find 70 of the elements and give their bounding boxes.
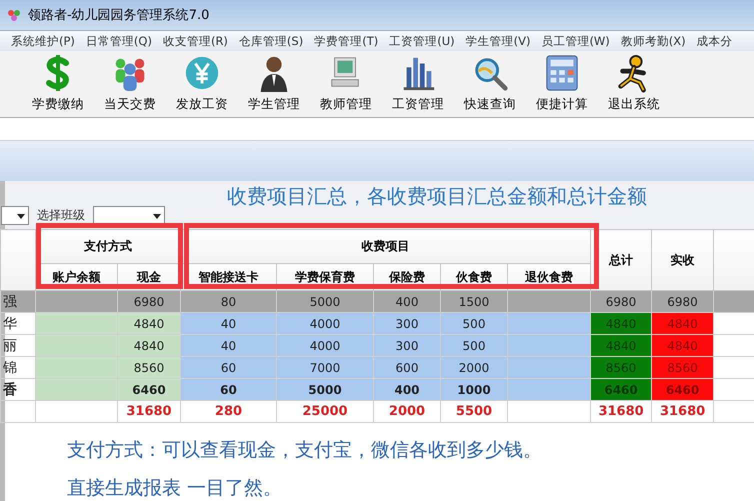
toolbar-button[interactable]: 学费缴纳 [22, 53, 94, 117]
table-cell: 6980 [118, 290, 180, 312]
table-cell: 40 [180, 334, 276, 356]
table-cell: 8560 [590, 356, 652, 378]
dropdown[interactable] [1, 206, 29, 225]
table-cell: 4840 [590, 312, 652, 334]
table-cell: 4840 [118, 334, 180, 356]
column-header: 实收 [652, 230, 714, 290]
menu-item[interactable]: 收支管理(R) [158, 34, 234, 48]
toolbar-button[interactable]: 当天交费 [94, 53, 166, 117]
class-filter-label: 选择班级 [37, 207, 85, 224]
window-title: 领路者-幼儿园园务管理系统7.0 [28, 7, 210, 24]
annotation-text: 支付方式：可以查看现金，支付宝，微信各收到多少钱。 [67, 438, 543, 463]
table-cell: 1500 [440, 290, 508, 312]
table-cell: 4840 [590, 334, 652, 356]
table-cell: 300 [374, 312, 440, 334]
table-row[interactable]: 香 6460 60 5000 400 1000 6460 6460 [0, 378, 754, 400]
table-cell: 60 [180, 378, 276, 400]
annotation-heading: 收费项目汇总，各收费项目汇总金额和总计金额 [227, 183, 647, 210]
column-header: 总计 [590, 230, 652, 290]
table-cell: 5000 [276, 290, 374, 312]
table-cell: 1000 [440, 378, 508, 400]
table-cell: 强 [0, 290, 36, 312]
table-cell: 8560 [652, 356, 714, 378]
table-cell: 4840 [652, 334, 714, 356]
table-row[interactable]: 丽 4840 40 4000 300 500 4840 4840 [0, 334, 754, 356]
table-cell: 7000 [276, 356, 374, 378]
menu-item[interactable]: 学生管理(V) [460, 34, 536, 48]
table-row[interactable]: 强 6980 80 5000 400 1500 6980 6980 [0, 290, 754, 312]
table-cell: 5000 [276, 378, 374, 400]
table-cell: 4000 [276, 312, 374, 334]
table-cell: 4840 [118, 312, 180, 334]
table-cell: 6980 [590, 290, 652, 312]
table-cell: 600 [374, 356, 440, 378]
table-cell: 500 [440, 334, 508, 356]
menu-item[interactable]: 学费管理(T) [309, 34, 384, 48]
menu-item[interactable]: 员工管理(W) [536, 34, 616, 48]
menu-item[interactable]: 教师考勤(X) [616, 34, 692, 48]
menu-item[interactable]: 成本分 [692, 34, 739, 48]
table-row[interactable]: 华 4840 40 4000 300 500 4840 4840 [0, 312, 754, 334]
table-row[interactable]: 锦 8560 60 7000 600 2000 8560 8560 [0, 356, 754, 378]
table-cell: 4000 [276, 334, 374, 356]
table-cell: 6460 [590, 378, 652, 400]
annotation-text: 直接生成报表 一目了然。 [67, 476, 284, 501]
table-cell: 2000 [440, 356, 508, 378]
table-cell: 6460 [118, 378, 180, 400]
table-cell: 8560 [118, 356, 180, 378]
app-logo-icon [6, 7, 22, 23]
table-cell: 300 [374, 334, 440, 356]
toolbar-button[interactable]: 教师管理 [310, 53, 382, 117]
toolbar-button[interactable]: 工资管理 [382, 53, 454, 117]
table-cell: 6980 [652, 290, 714, 312]
table-cell: 500 [440, 312, 508, 334]
table-cell: 4840 [652, 312, 714, 334]
table-cell: 60 [180, 356, 276, 378]
toolbar-button[interactable]: 便捷计算 [526, 53, 598, 117]
menu-item[interactable]: 系统维护(P) [6, 34, 81, 48]
table-cell: 40 [180, 312, 276, 334]
toolbar-button[interactable]: 发放工资 [166, 53, 238, 117]
table-cell: 400 [374, 290, 440, 312]
toolbar-button[interactable]: 退出系统 [598, 53, 670, 117]
table-cell: 400 [374, 378, 440, 400]
column-group-header: 收费项目 [180, 230, 591, 264]
toolbar-button[interactable]: 学生管理 [238, 53, 310, 117]
table-cell: 6460 [652, 378, 714, 400]
menu-item[interactable]: 工资管理(U) [384, 34, 461, 48]
toolbar-button[interactable]: 快速查询 [454, 53, 526, 117]
table-cell: 80 [180, 290, 276, 312]
menu-item[interactable]: 日常管理(Q) [80, 34, 158, 48]
menu-item[interactable]: 仓库管理(S) [234, 34, 310, 48]
